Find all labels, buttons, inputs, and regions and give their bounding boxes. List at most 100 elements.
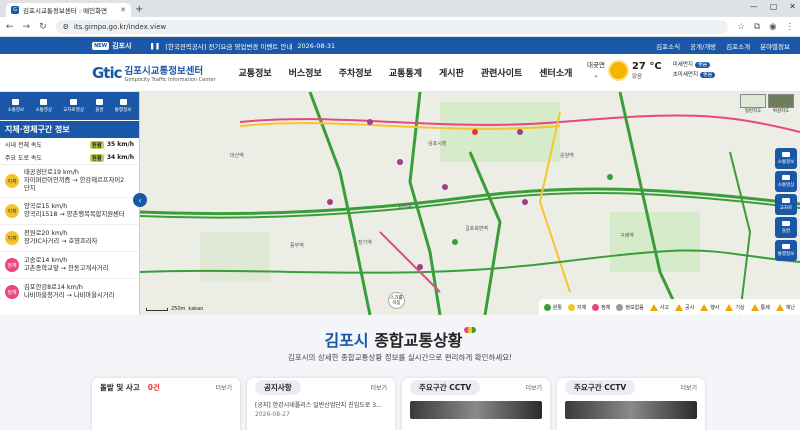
disaster-icon [775,303,784,311]
map-canvas[interactable]: 풍무역 김포시청 사우역 장기역 걸포북변역 구래역 마산역 운양역 일반지도 … [140,92,800,315]
maximize-icon[interactable]: ▢ [770,2,778,11]
extensions-icon[interactable]: ⧉ [754,22,760,32]
map-type-normal[interactable]: 일반지도 [740,94,766,114]
scroll-move-button[interactable]: 스크롤 이동 [388,292,405,309]
none-dot-icon [616,303,624,311]
profile-icon[interactable]: ◉ [769,22,776,32]
map-label: 풍무역 [290,243,304,249]
notice-item[interactable]: [공지] 한강시네폴리스 일반산업단지 진입도로 3... 2026-08-27 [247,397,395,423]
gimpo-city-logo[interactable]: NEW 김포시 [92,41,131,51]
side-button-video[interactable]: 소통영상 [775,171,797,192]
top-link[interactable]: 김포소식 [656,41,680,51]
card-title: 돌발 및 사고 [100,383,140,392]
logo-title: 김포시교통정보센터 [124,65,204,77]
card-title: 공지사항 [255,380,301,395]
incident-icon [782,221,790,226]
top-link[interactable]: 분야별정보 [760,41,790,51]
list-item[interactable]: 정체 김포한강8로14 km/h 나비마을청거리 → 나비마을시거리 [0,278,139,305]
list-item[interactable]: 정체 고송로14 km/h 고촌종학교앞 → 천동고개사거리 [0,251,139,278]
city-name: 김포시 [112,41,132,50]
top-link[interactable]: 김포소개 [726,41,750,51]
browser-tab[interactable]: G 김포시교통정보센터 : 메인화면 ✕ [6,3,131,17]
card-title: 주요구간 CCTV [565,380,636,395]
minimize-icon[interactable]: — [750,2,758,11]
browser-tabbar: G 김포시교통정보센터 : 메인화면 ✕ + — ▢ ✕ [0,0,800,17]
logo-mark: Gtic [92,63,122,82]
map-scale: 250m kakao [146,306,203,312]
intersection-video-icon [70,99,78,105]
location-dropdown-icon[interactable]: ⌄ [587,70,605,80]
list-item[interactable]: 지체 전원로20 km/h 장기IC사거리 → 호영프라자 [0,224,139,251]
side-button-incident[interactable]: 돌발 [775,217,797,238]
city-badge: NEW [92,41,110,50]
more-link[interactable]: 더보기 [680,383,697,392]
menu-dots-icon[interactable]: ⋮ [786,22,795,32]
top-links: 김포소식 공개/개방 김포소개 분야별정보 [656,41,790,51]
pause-icon[interactable]: ❚❚ [149,42,160,50]
panel-traffic-video[interactable]: 소통영상 [35,99,52,113]
map-label: 장기역 [358,240,372,246]
bookmark-star-icon[interactable]: ☆ [737,22,745,32]
reload-icon[interactable]: ↻ [39,22,47,32]
slow-dot-icon [567,303,575,311]
nav-item-parking[interactable]: 주차정보 [339,66,372,79]
cctv-thumbnail[interactable] [410,401,542,419]
fine-dust-badge: 좋음 [694,62,711,68]
new-tab-button[interactable]: + [135,3,143,17]
cctv-card: 주요구간 CCTV 더보기 [402,378,550,430]
traffic-video-icon [40,99,48,105]
travel-info-icon [119,99,127,105]
back-icon[interactable]: ← [6,22,14,32]
more-link[interactable]: 더보기 [370,383,387,392]
construction-icon [674,303,683,311]
intersection-icon [782,198,790,203]
site-logo[interactable]: Gtic 김포시교통정보센터 Gimpocity Traffic Informa… [92,63,216,83]
top-link[interactable]: 공개/개방 [690,41,716,51]
site-favicon-icon: G [11,6,19,14]
url-input[interactable]: ⚙ its.gimpo.go.kr/index.view [55,19,729,34]
site-info-icon[interactable]: ⚙ [63,23,69,31]
nav-item-bus[interactable]: 버스정보 [289,66,322,79]
more-link[interactable]: 더보기 [525,383,542,392]
congestion-panel: 소통정보 소통영상 교차로영상 돌발 통행정보 지체·정체구간 정보 시내 전체… [0,92,140,315]
logo-subtitle: Gimpocity Traffic Information Center [124,76,216,83]
nav-item-about[interactable]: 센터소개 [539,66,572,79]
weather-icon [725,303,734,311]
more-link[interactable]: 더보기 [215,383,232,392]
notice-card: 공지사항 더보기 [공지] 한강시네폴리스 일반산업단지 진입도로 3... 2… [247,378,395,430]
panel-collapse-button[interactable]: ‹ [133,193,147,207]
close-window-icon[interactable]: ✕ [789,2,796,11]
map-label: 사우역 [398,205,412,211]
list-item[interactable]: 지체 태공경단로19 km/h 자이퍼런이인끼즘 → 한강헤르프자이2 단지 [0,164,139,197]
map-label: 마산역 [230,153,244,159]
panel-intersection-video[interactable]: 교차로영상 [63,99,84,113]
incident-icon [95,99,103,105]
title-dots-icon [463,327,476,333]
site-top-strip: NEW 김포시 ❚❚ [한국전력공사] 전기요금 영업변경 이벤트 안내 202… [0,37,800,54]
tab-close-icon[interactable]: ✕ [120,6,126,14]
nav-item-traffic[interactable]: 교통정보 [239,66,272,79]
map-type-satellite[interactable]: 위성지도 [768,94,794,114]
list-item[interactable]: 지체 양곡로15 km/h 양곡리1518 → 양촌행복복합지원센터 [0,197,139,224]
url-text: its.gimpo.go.kr/index.view [73,22,167,31]
cctv-thumbnail[interactable] [565,401,697,419]
nav-item-sites[interactable]: 관련사이트 [481,66,522,79]
nav-item-stats[interactable]: 교통통계 [389,66,422,79]
panel-traffic-info[interactable]: 소통정보 [8,99,24,113]
notice-ticker[interactable]: ❚❚ [한국전력공사] 전기요금 영업변경 이벤트 안내 2026-08-31 [149,41,335,51]
address-bar: ← → ↻ ⚙ its.gimpo.go.kr/index.view ☆ ⧉ ◉… [0,17,800,37]
speed-row: 시내 전체 속도 원활 35 km/h [5,140,134,149]
map-legend: 원활 지체 정체 정보없음 사고 공사 행사 기상 통제 재난 [538,299,800,315]
side-button-traffic[interactable]: 소통정보 [775,148,797,169]
map-roads [140,92,800,315]
sun-icon [609,61,627,79]
forward-icon[interactable]: → [23,22,31,32]
nav-item-board[interactable]: 게시판 [439,66,464,79]
accident-icon [649,303,658,311]
site-header: Gtic 김포시교통정보센터 Gimpocity Traffic Informa… [0,54,800,92]
side-button-intersection[interactable]: 교차로 [775,194,797,215]
traffic-map-section: 소통정보 소통영상 교차로영상 돌발 통행정보 지체·정체구간 정보 시내 전체… [0,92,800,315]
panel-incident[interactable]: 돌발 [95,99,104,113]
panel-travel-info[interactable]: 통행정보 [115,99,131,113]
side-button-travel[interactable]: 통행정보 [775,240,797,261]
